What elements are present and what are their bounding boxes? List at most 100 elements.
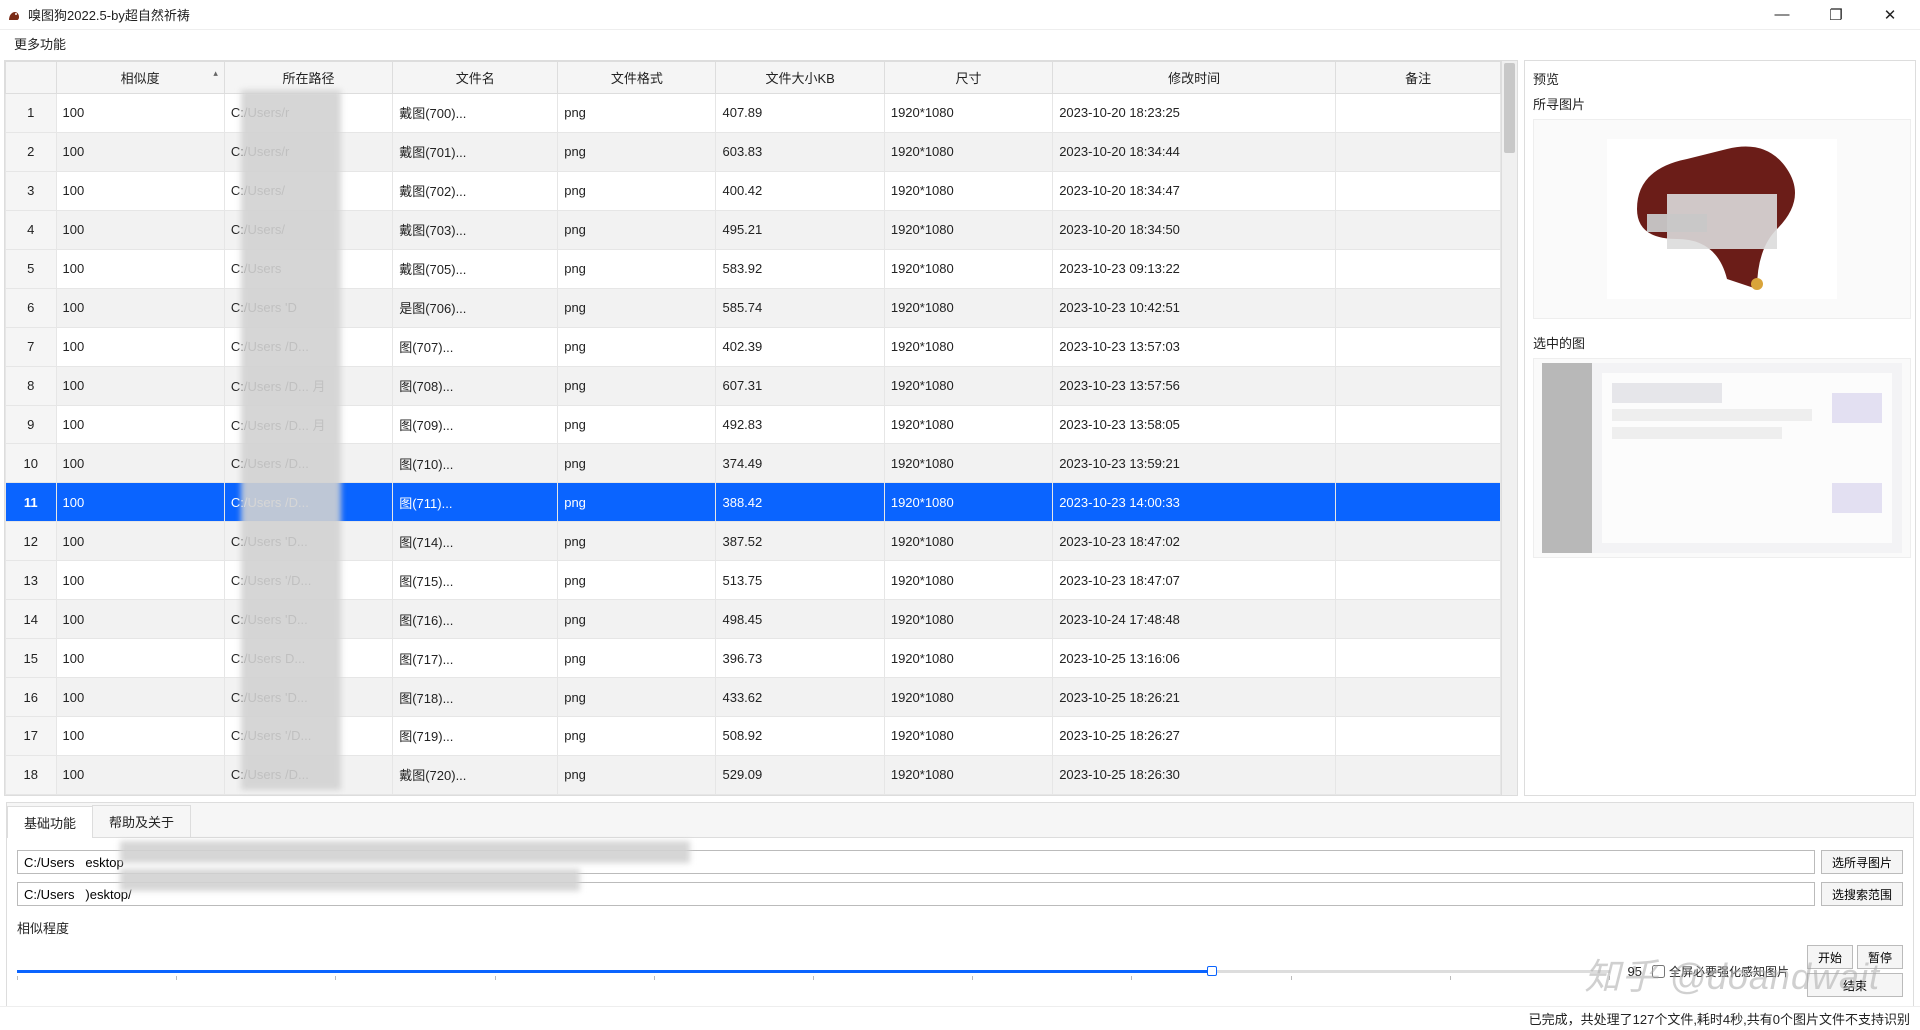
similarity-value: 95 [1620, 964, 1642, 979]
start-button[interactable]: 开始 [1807, 945, 1853, 969]
col-rownum[interactable] [6, 62, 57, 94]
similarity-slider[interactable] [17, 962, 1610, 980]
source-image-preview [1533, 119, 1911, 319]
table-row[interactable]: 17100C:/Users '/D...图(719)...png508.9219… [6, 717, 1501, 756]
cell-mtime: 2023-10-23 13:58:05 [1053, 405, 1336, 444]
results-table-wrap: 相似度 所在路径 文件名 文件格式 文件大小KB 尺寸 修改时间 备注 1100… [5, 61, 1517, 795]
col-mtime[interactable]: 修改时间 [1053, 62, 1336, 94]
cell-size: 402.39 [716, 327, 884, 366]
cell-fname: 图(707)... [393, 327, 558, 366]
cell-rownum: 14 [6, 600, 57, 639]
cell-sim: 100 [56, 366, 224, 405]
cell-path: C:/Users /D... [224, 483, 392, 522]
cell-dims: 1920*1080 [884, 405, 1052, 444]
window-controls: — ❐ ✕ [1764, 4, 1914, 26]
table-row[interactable]: 15100C:/Users D...图(717)...png396.731920… [6, 639, 1501, 678]
col-size[interactable]: 文件大小KB [716, 62, 884, 94]
table-row[interactable]: 13100C:/Users '/D...图(715)...png513.7519… [6, 561, 1501, 600]
cell-fname: 戴图(701)... [393, 132, 558, 171]
col-note[interactable]: 备注 [1336, 62, 1501, 94]
cell-note [1336, 405, 1501, 444]
table-row[interactable]: 11100C:/Users /D...图(711)...png388.42192… [6, 483, 1501, 522]
cell-note [1336, 210, 1501, 249]
fullscreen-perception-checkbox[interactable]: 全屏必要强化感知图片 [1652, 963, 1789, 980]
cell-mtime: 2023-10-24 17:48:48 [1053, 600, 1336, 639]
pick-image-button[interactable]: 选所寻图片 [1821, 850, 1903, 874]
cell-rownum: 5 [6, 249, 57, 288]
cell-fname: 图(715)... [393, 561, 558, 600]
table-row[interactable]: 14100C:/Users 'D...图(716)...png498.45192… [6, 600, 1501, 639]
cell-dims: 1920*1080 [884, 483, 1052, 522]
maximize-button[interactable]: ❐ [1818, 4, 1854, 26]
cell-fmt: png [558, 171, 716, 210]
menu-more[interactable]: 更多功能 [6, 32, 74, 55]
cell-mtime: 2023-10-23 13:59:21 [1053, 444, 1336, 483]
minimize-button[interactable]: — [1764, 4, 1800, 26]
selected-image-preview [1533, 358, 1911, 558]
table-row[interactable]: 9100C:/Users /D... 月图(709)...png492.8319… [6, 405, 1501, 444]
cell-rownum: 8 [6, 366, 57, 405]
table-row[interactable]: 1100C:/Users/r戴图(700)...png407.891920*10… [6, 94, 1501, 133]
cell-rownum: 7 [6, 327, 57, 366]
scroll-thumb[interactable] [1504, 63, 1515, 153]
cell-dims: 1920*1080 [884, 639, 1052, 678]
row-scope-path: 选搜索范围 [17, 882, 1903, 906]
cell-note [1336, 132, 1501, 171]
col-filename[interactable]: 文件名 [393, 62, 558, 94]
table-row[interactable]: 10100C:/Users /D...图(710)...png374.49192… [6, 444, 1501, 483]
cell-sim: 100 [56, 249, 224, 288]
cell-fname: 戴图(720)... [393, 755, 558, 794]
pause-button[interactable]: 暂停 [1857, 945, 1903, 969]
cell-fname: 戴图(705)... [393, 249, 558, 288]
table-row[interactable]: 6100C:/Users 'D是图(706)...png585.741920*1… [6, 288, 1501, 327]
cell-fmt: png [558, 561, 716, 600]
cell-rownum: 4 [6, 210, 57, 249]
source-path-input[interactable] [17, 850, 1815, 874]
cell-rownum: 15 [6, 639, 57, 678]
checkbox-input[interactable] [1652, 965, 1665, 978]
scope-path-input[interactable] [17, 882, 1815, 906]
cell-path: C:/Users/r [224, 132, 392, 171]
vertical-scrollbar[interactable] [1501, 61, 1517, 795]
cell-note [1336, 366, 1501, 405]
table-row[interactable]: 12100C:/Users 'D...图(714)...png387.52192… [6, 522, 1501, 561]
table-row[interactable]: 5100C:/Users戴图(705)...png583.921920*1080… [6, 249, 1501, 288]
end-button[interactable]: 结束 [1807, 973, 1903, 997]
tab-basic-body: 选所寻图片 选搜索范围 相似程度 95 全屏必要强化感知图片 开始 暂停 [7, 838, 1913, 1007]
cell-dims: 1920*1080 [884, 171, 1052, 210]
cell-note [1336, 522, 1501, 561]
cell-dims: 1920*1080 [884, 522, 1052, 561]
cell-sim: 100 [56, 210, 224, 249]
col-similarity[interactable]: 相似度 [56, 62, 224, 94]
cell-dims: 1920*1080 [884, 717, 1052, 756]
cell-size: 396.73 [716, 639, 884, 678]
col-format[interactable]: 文件格式 [558, 62, 716, 94]
table-row[interactable]: 2100C:/Users/r戴图(701)...png603.831920*10… [6, 132, 1501, 171]
tab-help[interactable]: 帮助及关于 [92, 805, 191, 837]
cell-sim: 100 [56, 444, 224, 483]
results-table[interactable]: 相似度 所在路径 文件名 文件格式 文件大小KB 尺寸 修改时间 备注 1100… [5, 61, 1501, 795]
cell-path: C:/Users '/D... [224, 561, 392, 600]
cell-size: 407.89 [716, 94, 884, 133]
table-row[interactable]: 8100C:/Users /D... 月图(708)...png607.3119… [6, 366, 1501, 405]
col-dims[interactable]: 尺寸 [884, 62, 1052, 94]
cell-fname: 戴图(700)... [393, 94, 558, 133]
app-icon [6, 7, 22, 23]
pick-scope-button[interactable]: 选搜索范围 [1821, 882, 1903, 906]
cell-rownum: 18 [6, 755, 57, 794]
tab-basic[interactable]: 基础功能 [7, 806, 93, 838]
cell-sim: 100 [56, 171, 224, 210]
cell-mtime: 2023-10-23 09:13:22 [1053, 249, 1336, 288]
cell-rownum: 17 [6, 717, 57, 756]
table-row[interactable]: 3100C:/Users/戴图(702)...png400.421920*108… [6, 171, 1501, 210]
cell-note [1336, 600, 1501, 639]
cell-size: 603.83 [716, 132, 884, 171]
table-row[interactable]: 4100C:/Users/戴图(703)...png495.211920*108… [6, 210, 1501, 249]
cell-mtime: 2023-10-20 18:34:47 [1053, 171, 1336, 210]
table-row[interactable]: 7100C:/Users /D...图(707)...png402.391920… [6, 327, 1501, 366]
table-row[interactable]: 16100C:/Users 'D...图(718)...png433.62192… [6, 678, 1501, 717]
col-path[interactable]: 所在路径 [224, 62, 392, 94]
cell-fname: 图(710)... [393, 444, 558, 483]
close-button[interactable]: ✕ [1872, 4, 1908, 26]
table-row[interactable]: 18100C:/Users /D...戴图(720)...png529.0919… [6, 755, 1501, 794]
